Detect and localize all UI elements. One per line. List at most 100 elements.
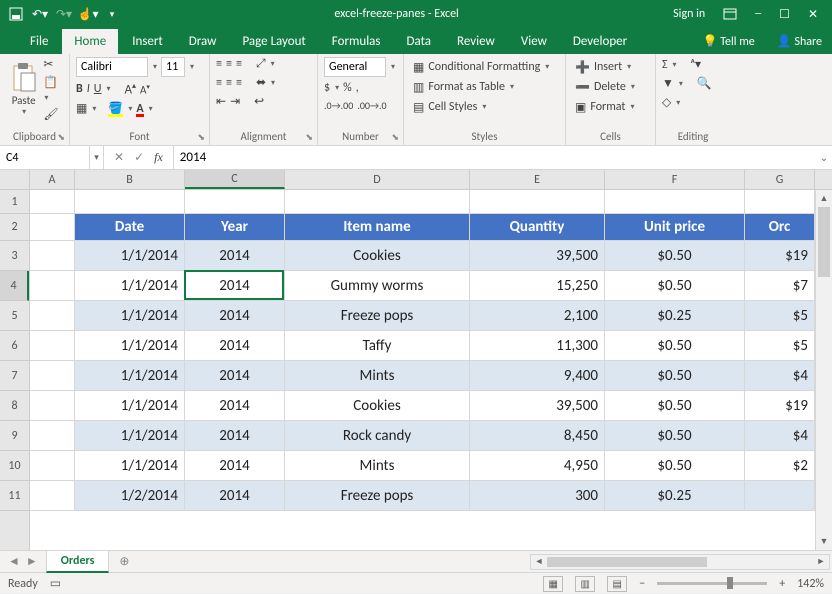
table-header[interactable]: Item name: [285, 214, 470, 241]
scroll-up-icon[interactable]: ▲: [816, 190, 832, 207]
sort-filter-icon[interactable]: ᴬ▾: [691, 57, 701, 72]
tab-insert[interactable]: Insert: [120, 29, 175, 54]
zoom-level[interactable]: 142%: [797, 577, 824, 591]
fx-icon[interactable]: fx: [154, 150, 163, 165]
vertical-scrollbar[interactable]: ▲ ▼: [815, 190, 832, 550]
cell[interactable]: $7: [745, 271, 815, 301]
cell[interactable]: 2014: [185, 451, 285, 481]
cell[interactable]: Freeze pops: [285, 301, 470, 331]
horizontal-scrollbar[interactable]: ◄ ►: [530, 554, 830, 570]
cell[interactable]: 2014: [185, 301, 285, 331]
find-icon[interactable]: 🔍: [697, 76, 712, 91]
align-left-icon[interactable]: ≡: [216, 76, 222, 90]
row-header-6[interactable]: 6: [0, 331, 29, 361]
undo-icon[interactable]: ↶▾: [32, 6, 48, 22]
cell[interactable]: 1/1/2014: [75, 301, 185, 331]
cell[interactable]: 1/1/2014: [75, 331, 185, 361]
font-family-input[interactable]: [76, 57, 148, 77]
cell[interactable]: 1/1/2014: [75, 271, 185, 301]
format-as-table-button[interactable]: ▥Format as Table▾: [410, 77, 559, 97]
cell[interactable]: Cookies: [285, 241, 470, 271]
delete-cells-button[interactable]: ➖Delete▾: [572, 77, 649, 97]
borders-icon[interactable]: ▦: [76, 101, 87, 116]
new-sheet-icon[interactable]: ⊕: [109, 554, 139, 569]
cell[interactable]: 1/1/2014: [75, 451, 185, 481]
formula-expand-icon[interactable]: ⌄: [816, 151, 832, 164]
percent-icon[interactable]: %: [343, 81, 352, 95]
zoom-slider-thumb[interactable]: [727, 577, 733, 589]
cell[interactable]: 8,450: [470, 421, 605, 451]
cell[interactable]: 300: [470, 481, 605, 511]
cell[interactable]: [30, 301, 75, 331]
table-header[interactable]: [30, 214, 75, 241]
cell[interactable]: [285, 190, 470, 214]
cell[interactable]: [605, 190, 745, 214]
cell[interactable]: $5: [745, 301, 815, 331]
cell[interactable]: $0.50: [605, 451, 745, 481]
cell[interactable]: [745, 190, 815, 214]
sheet-nav-prev-icon[interactable]: ◄: [8, 554, 20, 569]
row-header-2[interactable]: 2: [0, 214, 29, 241]
ribbon-options-icon[interactable]: [723, 8, 737, 20]
table-header[interactable]: Unit price: [605, 214, 745, 241]
align-right-icon[interactable]: ≡: [236, 76, 242, 90]
cut-icon[interactable]: ✂: [43, 57, 63, 72]
cell[interactable]: [470, 190, 605, 214]
align-top-icon[interactable]: ≡: [216, 57, 222, 71]
cell[interactable]: $19: [745, 391, 815, 421]
cell[interactable]: 11,300: [470, 331, 605, 361]
cell[interactable]: $0.50: [605, 271, 745, 301]
select-all-corner[interactable]: [0, 170, 30, 190]
cell[interactable]: 2014: [185, 481, 285, 511]
tab-data[interactable]: Data: [395, 29, 444, 54]
cell[interactable]: 2014: [185, 271, 285, 301]
minimize-icon[interactable]: ─: [755, 7, 761, 21]
cell[interactable]: [30, 331, 75, 361]
cell[interactable]: [30, 271, 75, 301]
row-header-3[interactable]: 3: [0, 241, 29, 271]
cell[interactable]: [30, 481, 75, 511]
cell[interactable]: Rock candy: [285, 421, 470, 451]
orientation-icon[interactable]: ⤢: [256, 57, 266, 71]
decrease-indent-icon[interactable]: ⇤: [216, 94, 226, 109]
cell[interactable]: Gummy worms: [285, 271, 470, 301]
touch-icon[interactable]: ☝▾: [80, 6, 96, 22]
cell[interactable]: [30, 241, 75, 271]
paste-dropdown-icon[interactable]: ▾: [22, 107, 26, 117]
number-format-dropdown-icon[interactable]: ▾: [391, 62, 395, 72]
row-header-10[interactable]: 10: [0, 451, 29, 481]
row-header-1[interactable]: 1: [0, 190, 29, 214]
increase-font-icon[interactable]: A▴: [124, 81, 136, 97]
signin-link[interactable]: Sign in: [673, 7, 705, 21]
zoom-slider[interactable]: [657, 582, 767, 585]
align-center-icon[interactable]: ≡: [226, 76, 232, 90]
row-header-8[interactable]: 8: [0, 391, 29, 421]
tab-draw[interactable]: Draw: [177, 29, 229, 54]
comma-icon[interactable]: ,: [356, 81, 359, 95]
cell[interactable]: $0.50: [605, 421, 745, 451]
col-header-G[interactable]: G: [745, 170, 815, 189]
tab-view[interactable]: View: [509, 29, 559, 54]
col-header-F[interactable]: F: [605, 170, 745, 189]
row-header-9[interactable]: 9: [0, 421, 29, 451]
page-layout-view-icon[interactable]: ▥: [575, 576, 595, 592]
cell[interactable]: 15,250: [470, 271, 605, 301]
col-header-B[interactable]: B: [75, 170, 185, 189]
paste-label[interactable]: Paste: [12, 94, 36, 107]
tellme-button[interactable]: 💡 Tell me: [693, 29, 765, 54]
macro-record-icon[interactable]: ▭: [50, 576, 61, 591]
row-header-7[interactable]: 7: [0, 361, 29, 391]
fill-color-icon[interactable]: 🪣: [108, 101, 123, 116]
redo-icon[interactable]: ↷▾: [56, 6, 72, 22]
cell[interactable]: Taffy: [285, 331, 470, 361]
enter-formula-icon[interactable]: ✓: [134, 150, 144, 165]
sheet-tab-orders[interactable]: Orders: [46, 550, 110, 573]
cell[interactable]: [30, 391, 75, 421]
cell[interactable]: $4: [745, 361, 815, 391]
sheet-nav-next-icon[interactable]: ►: [26, 554, 38, 569]
cell[interactable]: 1/2/2014: [75, 481, 185, 511]
cell[interactable]: 1/1/2014: [75, 361, 185, 391]
increase-indent-icon[interactable]: ⇥: [230, 94, 240, 109]
cell[interactable]: 2,100: [470, 301, 605, 331]
italic-icon[interactable]: I: [87, 82, 90, 96]
